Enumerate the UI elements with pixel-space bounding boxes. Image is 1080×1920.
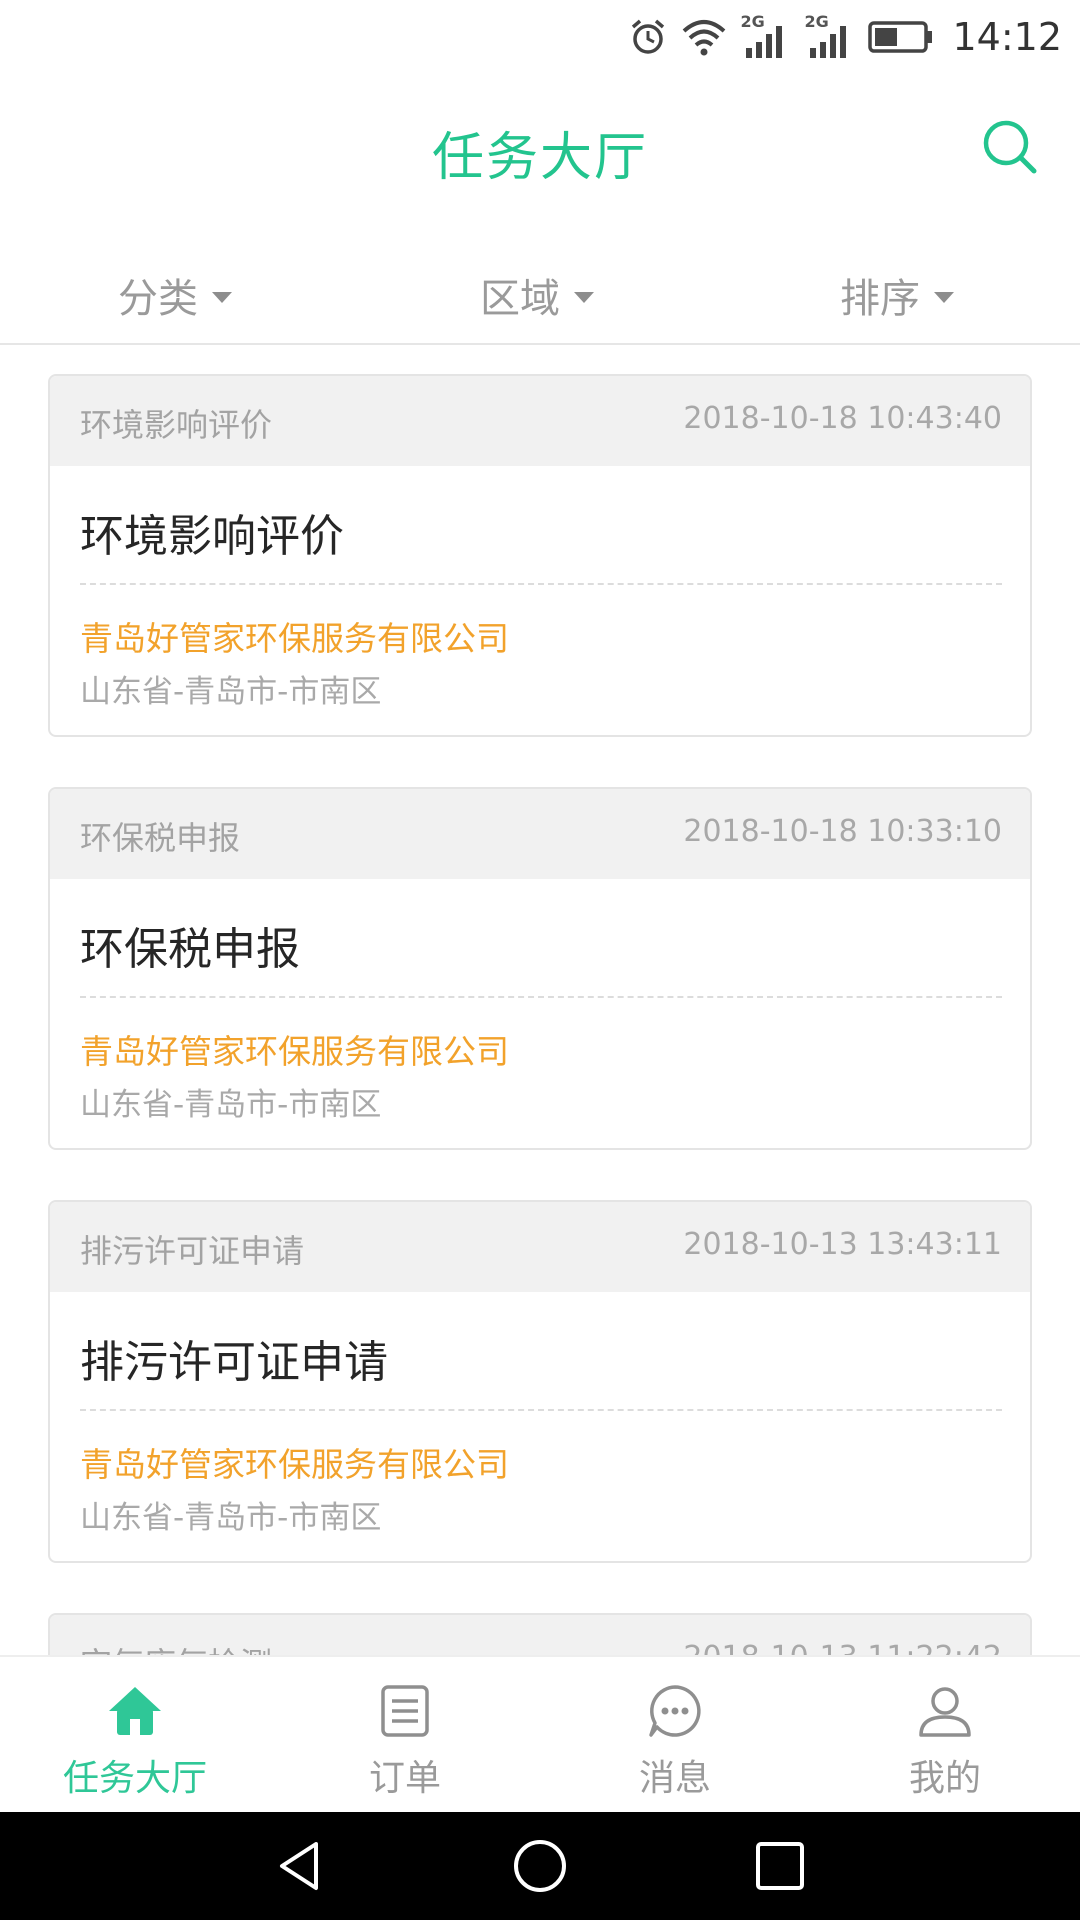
system-nav-bar (0, 1812, 1080, 1920)
search-button[interactable] (980, 117, 1040, 177)
tab-orders[interactable]: 订单 (270, 1657, 540, 1814)
task-company: 青岛好管家环保服务有限公司 (80, 619, 509, 658)
filter-category[interactable]: 分类 (118, 265, 232, 325)
filter-bar: 分类 区域 排序 (0, 245, 1080, 345)
header: 任务大厅 (0, 75, 1080, 225)
task-card-header: 环保税申报 2018-10-18 10:33:10 (50, 789, 1030, 879)
task-category: 环境影响评价 (80, 406, 273, 444)
profile-icon (919, 1687, 971, 1737)
page-title: 任务大厅 (431, 128, 648, 188)
tab-task-hall[interactable]: 任务大厅 (0, 1657, 270, 1814)
task-company: 青岛好管家环保服务有限公司 (80, 1445, 509, 1484)
task-card[interactable]: 空气废气检测 2018-10-13 11:22:42 (48, 1613, 1032, 1655)
task-card[interactable]: 环境影响评价 2018-10-18 10:43:40 环境影响评价 青岛好管家环… (48, 374, 1032, 737)
task-company: 青岛好管家环保服务有限公司 (80, 1032, 509, 1071)
tab-label: 订单 (368, 1758, 441, 1799)
filter-sort[interactable]: 排序 (840, 265, 954, 325)
filter-label: 区域 (480, 276, 560, 322)
task-time: 2018-10-13 11:22:42 (683, 1640, 1002, 1655)
tab-profile[interactable]: 我的 (810, 1657, 1080, 1814)
task-card[interactable]: 排污许可证申请 2018-10-13 13:43:11 排污许可证申请 青岛好管… (48, 1200, 1032, 1563)
caret-down-icon (212, 291, 232, 303)
task-time: 2018-10-13 13:43:11 (683, 1227, 1002, 1262)
filter-label: 排序 (840, 276, 920, 322)
home-circle-icon[interactable] (512, 1838, 568, 1894)
wifi-icon (683, 20, 726, 56)
filter-region[interactable]: 区域 (480, 265, 594, 325)
task-card-header: 环境影响评价 2018-10-18 10:43:40 (50, 376, 1030, 466)
home-icon (109, 1687, 161, 1735)
caret-down-icon (934, 291, 954, 303)
task-category: 排污许可证申请 (80, 1232, 305, 1270)
filter-label: 分类 (118, 276, 198, 322)
dashed-divider (80, 996, 1002, 998)
task-category: 空气废气检测 (80, 1639, 272, 1655)
back-icon[interactable] (272, 1838, 328, 1894)
task-card-header: 空气废气检测 2018-10-13 11:22:42 (50, 1615, 1030, 1655)
message-icon (649, 1685, 701, 1737)
battery-icon (868, 21, 933, 53)
bottom-tab-bar: 任务大厅 订单 消息 我的 (0, 1655, 1080, 1812)
task-card[interactable]: 环保税申报 2018-10-18 10:33:10 环保税申报 青岛好管家环保服… (48, 787, 1032, 1150)
tab-label: 任务大厅 (62, 1758, 207, 1799)
tab-label: 我的 (908, 1758, 981, 1799)
tab-messages[interactable]: 消息 (540, 1657, 810, 1814)
order-list-icon (381, 1685, 429, 1737)
task-title: 排污许可证申请 (80, 1337, 388, 1388)
task-title: 环境影响评价 (80, 511, 344, 562)
status-icons: 2G 2G 14:12 (628, 12, 1062, 62)
task-category: 环保税申报 (80, 819, 241, 857)
dashed-divider (80, 583, 1002, 585)
signal-1-icon: 2G (740, 12, 792, 62)
signal-2-icon: 2G (804, 12, 856, 62)
alarm-icon (632, 19, 665, 54)
recents-icon[interactable] (752, 1838, 808, 1894)
caret-down-icon (574, 291, 594, 303)
tab-label: 消息 (638, 1758, 711, 1799)
task-list[interactable]: 环境影响评价 2018-10-18 10:43:40 环境影响评价 青岛好管家环… (0, 347, 1080, 1655)
search-icon (983, 120, 1037, 174)
task-region: 山东省-青岛市-市南区 (80, 674, 382, 710)
status-bar: 2G 2G 14:12 (0, 0, 1080, 75)
dashed-divider (80, 1409, 1002, 1411)
task-region: 山东省-青岛市-市南区 (80, 1500, 382, 1536)
task-time: 2018-10-18 10:33:10 (683, 814, 1002, 849)
task-region: 山东省-青岛市-市南区 (80, 1087, 382, 1123)
status-time: 14:12 (952, 15, 1062, 59)
task-time: 2018-10-18 10:43:40 (683, 401, 1002, 436)
task-card-header: 排污许可证申请 2018-10-13 13:43:11 (50, 1202, 1030, 1292)
task-title: 环保税申报 (80, 924, 300, 975)
